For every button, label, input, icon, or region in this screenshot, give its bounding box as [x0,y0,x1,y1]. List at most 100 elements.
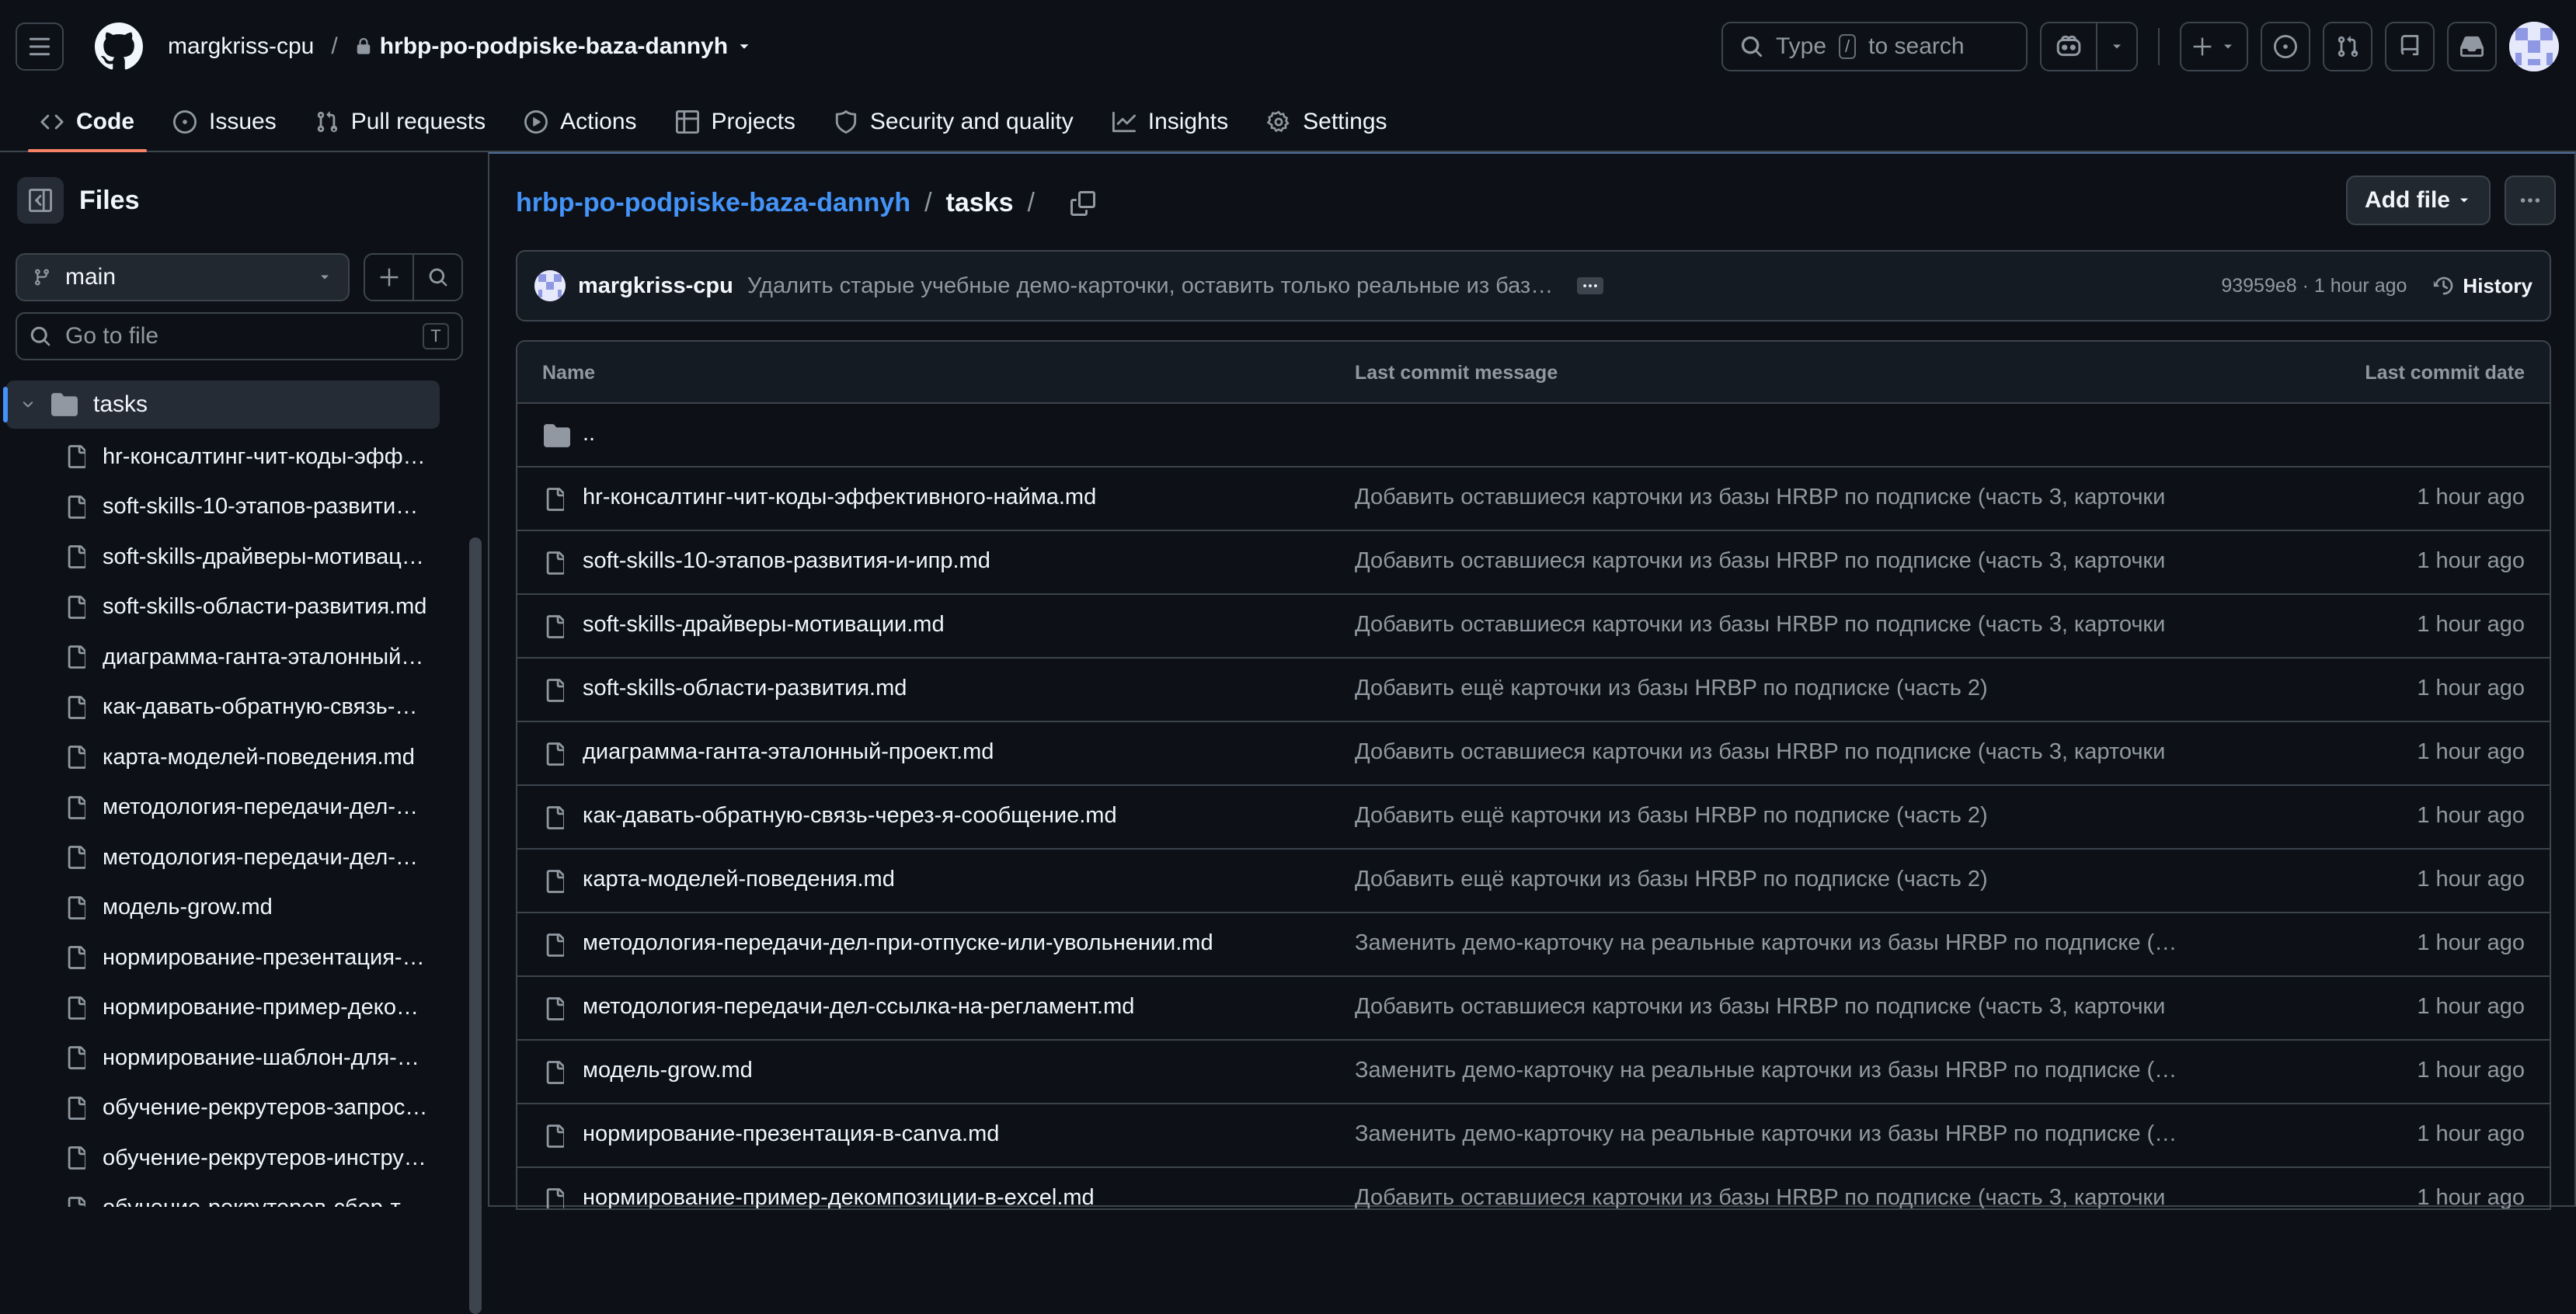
search-input[interactable]: Type / to search [1721,22,2028,71]
tab-projects[interactable]: Projects [663,93,808,151]
file-icon [65,645,85,669]
commit-message-link[interactable]: Добавить ещё карточки из базы HRBP по по… [1355,803,2178,829]
sidebar-collapse-icon [29,189,52,212]
collapse-sidebar-button[interactable] [17,177,64,224]
tree-file-item[interactable]: как-давать-обратную-связь-через-я-сообще… [65,683,429,732]
file-name-link[interactable]: нормирование-пример-декомпозиции-в-excel… [583,1185,1095,1208]
tree-file-item[interactable]: диаграмма-ганта-эталонный-проект.md [65,632,429,682]
file-name-link[interactable]: soft-skills-драйверы-мотивации.md [583,612,945,638]
tab-settings[interactable]: Settings [1255,93,1399,151]
file-name-link[interactable]: карта-моделей-поведения.md [583,867,895,892]
commit-date: 1 hour ago [2417,612,2525,637]
commit-message[interactable]: Удалить старые учебные демо-карточки, ос… [747,273,1555,299]
copy-icon[interactable] [1070,190,1095,216]
commit-message-link[interactable]: Добавить оставшиеся карточки из базы HRB… [1355,485,2178,510]
tab-code[interactable]: Code [28,93,147,152]
file-name-link[interactable]: как-давать-обратную-связь-через-я-сообще… [583,803,1117,829]
tree-file-item[interactable]: обучение-рекрутеров-сбор-требований.md [65,1184,429,1207]
tree-file-item[interactable]: карта-моделей-поведения.md [65,732,429,782]
file-icon [544,551,566,579]
tree-file-item[interactable]: методология-передачи-дел-при-отпуске-или… [65,783,429,833]
commit-message-link[interactable]: Добавить оставшиеся карточки из базы HRB… [1355,548,2178,574]
file-name-link[interactable]: методология-передачи-дел-ссылка-на-регла… [583,994,1134,1020]
file-name-link[interactable]: hr-консалтинг-чит-коды-эффективного-найм… [583,485,1096,510]
history-label: History [2463,273,2532,297]
create-new-button[interactable] [2180,22,2248,71]
breadcrumb-repo-link[interactable]: hrbp-po-podpiske-baza-dannyh [516,188,910,218]
tab-label: Issues [209,109,277,134]
go-to-file-input[interactable]: Go to file T [16,312,463,360]
tree-file-item[interactable]: модель-grow.md [65,883,429,933]
caret-down-icon[interactable] [736,38,753,55]
commit-date: 1 hour ago [2417,1185,2525,1210]
parent-directory-link[interactable]: .. [583,421,595,447]
tab-insights[interactable]: Insights [1100,93,1241,151]
file-table: Name Last commit message Last commit dat… [516,340,2551,1210]
tab-actions[interactable]: Actions [512,93,649,151]
commit-author[interactable]: margkriss-cpu [578,273,733,299]
file-name-link[interactable]: soft-skills-10-этапов-развития-и-ипр.md [583,548,990,574]
pull-requests-button[interactable] [2323,22,2372,71]
table-row: нормирование-презентация-в-canva.md Замен… [517,1104,2550,1168]
tree-folder-tasks[interactable]: tasks [3,381,440,429]
commit-author-avatar[interactable] [534,270,566,301]
commit-message-link[interactable]: Заменить демо-карточку на реальные карто… [1355,1058,2178,1083]
inbox-icon [2460,35,2484,58]
tree-file-item[interactable]: методология-передачи-дел-ссылка-на-регла… [65,833,429,882]
commit-message-link[interactable]: Добавить оставшиеся карточки из базы HRB… [1355,1185,2178,1208]
tab-label: Security and quality [869,109,1074,134]
expand-commit-message-button[interactable] [1576,277,1603,294]
tree-file-item[interactable]: нормирование-презентация-в-canva.md [65,933,429,982]
branch-selector[interactable]: main [16,253,350,301]
file-icon [65,946,85,969]
go-to-file-placeholder: Go to file [65,323,159,349]
git-branch-icon [33,268,51,287]
menu-button[interactable] [16,23,64,71]
parent-directory-row[interactable]: .. [517,404,2550,468]
commit-message-link[interactable]: Добавить оставшиеся карточки из базы HRB… [1355,612,2178,638]
tree-file-item[interactable]: soft-skills-10-этапов-развития-и-ипр.md [65,482,429,532]
column-header-message: Last commit message [1355,362,1558,384]
tab-security[interactable]: Security and quality [822,93,1086,151]
search-files-button[interactable] [414,255,461,300]
repo-owner-link[interactable]: margkriss-cpu [168,33,314,60]
repositories-button[interactable] [2385,22,2435,71]
commit-message-link[interactable]: Заменить демо-карточку на реальные карто… [1355,1121,2178,1147]
tree-file-item[interactable]: hr-консалтинг-чит-коды-эффективного-найм… [65,432,429,481]
commit-message-link[interactable]: Добавить оставшиеся карточки из базы HRB… [1355,994,2178,1020]
tree-file-item[interactable]: обучение-рекрутеров-инструкция.md [65,1133,429,1183]
table-row: нормирование-пример-декомпозиции-в-excel… [517,1168,2550,1210]
copilot-button[interactable] [2042,23,2096,70]
more-options-button[interactable] [2505,176,2556,225]
commit-message-link[interactable]: Добавить ещё карточки из базы HRBP по по… [1355,676,2178,701]
tree-file-item[interactable]: soft-skills-драйверы-мотивации.md [65,532,429,582]
search-hint-post: to search [1868,33,1965,59]
tab-issues[interactable]: Issues [161,93,289,151]
file-name-link[interactable]: soft-skills-области-развития.md [583,676,907,701]
file-name-link[interactable]: нормирование-презентация-в-canva.md [583,1121,999,1147]
tab-pull-requests[interactable]: Pull requests [303,93,498,151]
tree-file-item[interactable]: нормирование-шаблон-для-заполнения.md [65,1033,429,1083]
tree-file-item[interactable]: нормирование-пример-декомпозиции-в-excel… [65,983,429,1033]
file-name-link[interactable]: модель-grow.md [583,1058,753,1083]
github-logo[interactable] [95,22,144,71]
issues-button[interactable] [2261,22,2310,71]
history-button[interactable]: History [2433,274,2532,298]
file-name-link[interactable]: методология-передачи-дел-при-отпуске-или… [583,930,1213,956]
notifications-button[interactable] [2447,22,2497,71]
add-file-button[interactable]: Add file [2346,176,2491,225]
tree-file-item[interactable]: soft-skills-области-развития.md [65,582,429,632]
commit-message-link[interactable]: Добавить ещё карточки из базы HRBP по по… [1355,867,2178,892]
commit-message-link[interactable]: Добавить оставшиеся карточки из базы HRB… [1355,739,2178,765]
tree-file-item[interactable]: обучение-рекрутеров-запрос-от-заказчика.… [65,1083,429,1133]
add-file-sidebar-button[interactable] [365,255,414,300]
file-name-link[interactable]: диаграмма-ганта-эталонный-проект.md [583,739,994,765]
plus-icon [379,267,399,287]
sidebar-scrollbar[interactable] [469,537,482,1314]
user-avatar[interactable] [2509,22,2559,71]
repo-name-link[interactable]: hrbp-po-podpiske-baza-dannyh [355,33,753,60]
tab-label: Insights [1147,109,1229,134]
copilot-dropdown[interactable] [2097,23,2136,70]
commit-hash-and-time[interactable]: 93959e8 · 1 hour ago [2221,275,2407,297]
commit-message-link[interactable]: Заменить демо-карточку на реальные карто… [1355,930,2178,956]
